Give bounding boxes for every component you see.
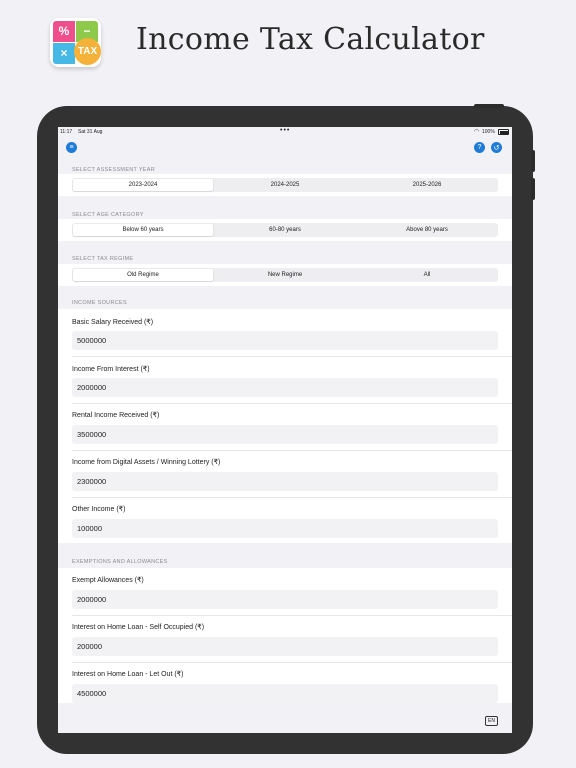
power-button [474, 104, 504, 108]
assessment-year-label: SELECT ASSESSMENT YEAR [72, 167, 156, 173]
age-category-label: SELECT AGE CATEGORY [72, 212, 144, 218]
divider [72, 450, 512, 451]
status-date: Sat 31 Aug [78, 129, 103, 135]
help-icon[interactable]: ? [474, 142, 485, 153]
year-option-2023-2024[interactable]: 2023-2024 [73, 179, 213, 191]
exempt-allowances-input[interactable]: 2000000 [72, 590, 498, 609]
history-icon[interactable]: ↺ [491, 142, 502, 153]
multiply-tile: × [53, 43, 75, 64]
exempt-allowances-label: Exempt Allowances (₹) [72, 577, 144, 584]
rental-income-label: Rental Income Received (₹) [72, 412, 160, 419]
home-loan-letout-label: Interest on Home Loan - Let Out (₹) [72, 671, 184, 678]
multitask-dots-icon[interactable]: ••• [280, 127, 290, 134]
divider [72, 497, 512, 498]
home-loan-letout-input[interactable]: 4500000 [72, 684, 498, 703]
page-title: Income Tax Calculator [136, 22, 485, 57]
income-sources-card: Basic Salary Received (₹) 5000000 Income… [58, 309, 512, 543]
age-option-60-80[interactable]: 60-80 years [215, 224, 355, 236]
interest-income-input[interactable]: 2000000 [72, 378, 498, 397]
volume-up-button [531, 150, 535, 172]
age-category-card: Below 60 years 60-80 years Above 80 year… [58, 219, 512, 241]
exemptions-card: Exempt Allowances (₹) 2000000 Interest o… [58, 568, 512, 703]
app-logo: % − × TAX [50, 18, 101, 67]
rental-income-input[interactable]: 3500000 [72, 425, 498, 444]
battery-percent: 100% [482, 129, 495, 135]
battery-icon [498, 129, 509, 135]
age-option-below-60[interactable]: Below 60 years [73, 224, 213, 236]
divider [72, 403, 512, 404]
divider [72, 615, 512, 616]
tax-regime-selector: Old Regime New Regime All [72, 268, 498, 282]
divider [72, 356, 512, 357]
wifi-icon: ◠ [474, 129, 480, 135]
exemptions-label: EXEMPTIONS AND ALLOWANCES [72, 559, 168, 565]
tax-regime-label: SELECT TAX REGIME [72, 256, 134, 262]
divider [72, 662, 512, 663]
volume-down-button [531, 178, 535, 200]
basic-salary-label: Basic Salary Received (₹) [72, 319, 154, 326]
menu-icon[interactable]: ≡ [66, 142, 77, 153]
assessment-year-selector: 2023-2024 2024-2025 2025-2026 [72, 178, 498, 192]
language-button[interactable]: EN [485, 716, 498, 726]
regime-option-all[interactable]: All [357, 269, 497, 281]
year-option-2024-2025[interactable]: 2024-2025 [215, 179, 355, 191]
income-sources-label: INCOME SOURCES [72, 300, 127, 306]
status-time: 11:17 [60, 129, 73, 135]
basic-salary-input[interactable]: 5000000 [72, 331, 498, 350]
digital-assets-input[interactable]: 2300000 [72, 472, 498, 491]
age-category-selector: Below 60 years 60-80 years Above 80 year… [72, 223, 498, 237]
regime-option-old[interactable]: Old Regime [73, 269, 213, 281]
interest-income-label: Income From Interest (₹) [72, 366, 150, 373]
year-option-2025-2026[interactable]: 2025-2026 [357, 179, 497, 191]
tax-regime-card: Old Regime New Regime All [58, 264, 512, 286]
assessment-year-card: 2023-2024 2024-2025 2025-2026 [58, 174, 512, 196]
home-loan-self-input[interactable]: 200000 [72, 637, 498, 656]
tablet-screen: 11:17 Sat 31 Aug ••• ◠ 100% ≡ ? ↺ SELECT… [58, 127, 512, 733]
age-option-above-80[interactable]: Above 80 years [357, 224, 497, 236]
regime-option-new[interactable]: New Regime [215, 269, 355, 281]
home-loan-self-label: Interest on Home Loan - Self Occupied (₹… [72, 624, 205, 631]
percent-tile: % [53, 21, 75, 42]
other-income-input[interactable]: 100000 [72, 519, 498, 538]
status-bar: 11:17 Sat 31 Aug ••• ◠ 100% [58, 127, 512, 137]
digital-assets-label: Income from Digital Assets / Winning Lot… [72, 459, 221, 466]
tax-badge: TAX [74, 38, 101, 65]
other-income-label: Other Income (₹) [72, 506, 126, 513]
